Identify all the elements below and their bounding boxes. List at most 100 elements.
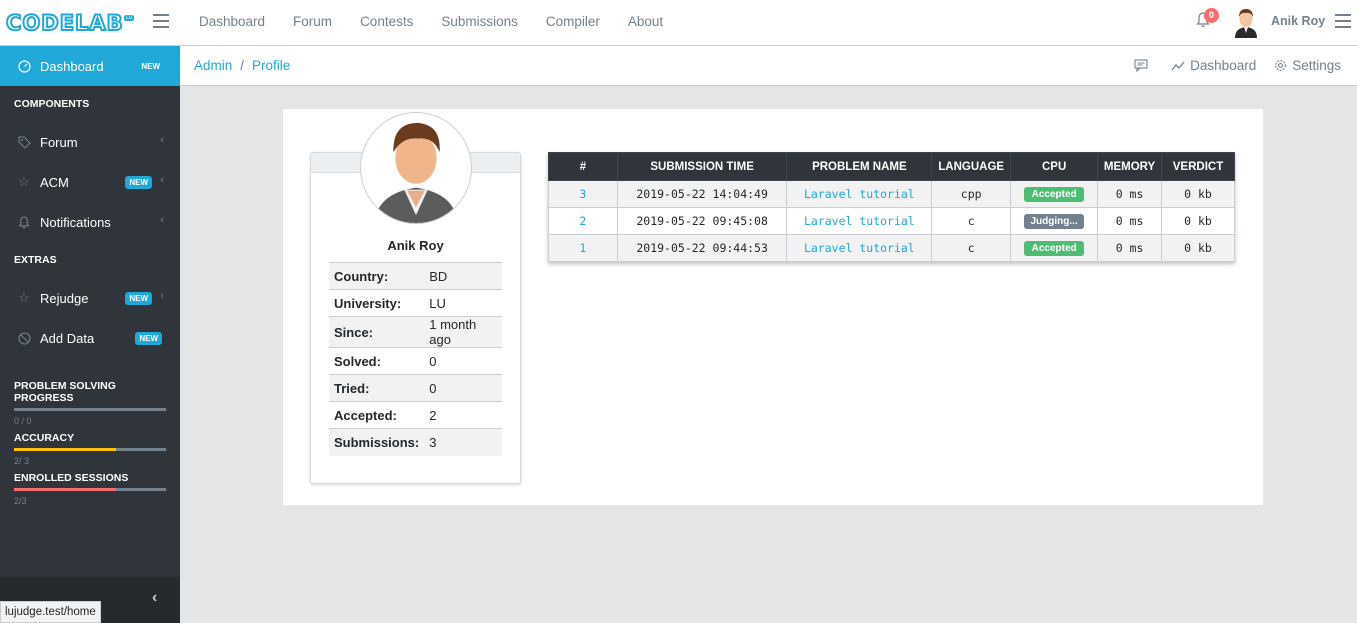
- breadcrumb-dashboard-link[interactable]: Dashboard: [1171, 58, 1256, 73]
- sidebar-item-dashboard[interactable]: Dashboard NEW: [0, 46, 180, 86]
- sidebar-item-acm[interactable]: ☆ ACM NEW ‹: [0, 162, 180, 202]
- submission-id-cell: 1: [548, 234, 618, 262]
- progress-value: 2/ 3: [14, 456, 30, 466]
- info-value: BD: [424, 262, 502, 290]
- nav-forum[interactable]: Forum: [279, 0, 346, 46]
- table-row: 3 2019-05-22 14:04:49 Laravel tutorial c…: [548, 180, 1235, 208]
- new-badge: NEW: [125, 176, 152, 189]
- progress-value: 2/3: [14, 496, 27, 506]
- breadcrumb-separator: /: [240, 58, 245, 73]
- breadcrumb-settings-label: Settings: [1292, 58, 1341, 73]
- column-header[interactable]: MEMORY: [1097, 152, 1163, 181]
- column-header[interactable]: #: [548, 152, 618, 181]
- user-avatar[interactable]: [1233, 6, 1259, 38]
- chevron-left-icon: ‹: [160, 134, 164, 146]
- column-header[interactable]: PROBLEM NAME: [786, 152, 933, 181]
- problem-name-link[interactable]: Laravel tutorial: [804, 214, 915, 228]
- brand-logo[interactable]: CODELAB LU: [5, 10, 140, 36]
- progress-fill: [14, 448, 116, 451]
- user-name[interactable]: Anik Roy: [1271, 14, 1325, 28]
- table-row: Submissions: 3: [329, 428, 502, 456]
- info-value: 2: [424, 401, 502, 429]
- problem-name-cell: Laravel tutorial: [786, 234, 933, 262]
- breadcrumb-settings-link[interactable]: Settings: [1274, 58, 1341, 73]
- top-navbar: CODELAB LU Dashboard Forum Contests Subm…: [0, 0, 1357, 46]
- comment-button[interactable]: [1134, 58, 1153, 73]
- column-header[interactable]: VERDICT: [1161, 152, 1235, 181]
- verdict: 0 kb: [1161, 207, 1235, 235]
- progress-bar: [14, 488, 166, 491]
- progress-accuracy: ACCURACY 2/ 3: [14, 432, 166, 466]
- breadcrumb-dashboard-label: Dashboard: [1190, 58, 1257, 73]
- profile-info-table: Country: BD University: LU Since: 1 month a…: [329, 262, 502, 456]
- cpu-cell: Judging...: [1010, 207, 1099, 235]
- cpu-cell: Accepted: [1010, 234, 1099, 262]
- language: c: [931, 207, 1012, 235]
- info-key: Solved:: [329, 347, 425, 375]
- breadcrumb-profile[interactable]: Profile: [252, 58, 290, 73]
- aside-menu-toggle-icon[interactable]: [1335, 14, 1351, 28]
- problem-name-link[interactable]: Laravel tutorial: [804, 187, 915, 201]
- nav-dashboard[interactable]: Dashboard: [185, 0, 279, 46]
- table-row: Solved: 0: [329, 347, 502, 375]
- nav-submissions[interactable]: Submissions: [427, 0, 532, 46]
- table-row: Since: 1 month ago: [329, 316, 502, 348]
- memory: 0 ms: [1097, 234, 1163, 262]
- submission-id-cell: 2: [548, 207, 618, 235]
- sidebar-item-label: Forum: [40, 134, 78, 150]
- column-header[interactable]: LANGUAGE: [931, 152, 1012, 181]
- submission-id-link[interactable]: 2: [579, 214, 586, 228]
- submission-time: 2019-05-22 09:44:53: [616, 234, 788, 262]
- sidebar-item-add-data[interactable]: Add Data NEW: [0, 318, 180, 358]
- progress-fill: [14, 488, 116, 491]
- info-value: 0: [424, 347, 502, 375]
- submission-time: 2019-05-22 09:45:08: [616, 207, 788, 235]
- chevron-left-icon: ‹: [160, 214, 164, 226]
- sidebar-item-label: Rejudge: [40, 290, 89, 306]
- problem-name-cell: Laravel tutorial: [786, 207, 933, 235]
- gear-icon: [1275, 60, 1287, 71]
- progress-value: 0 / 0: [14, 416, 32, 426]
- main-nav: Dashboard Forum Contests Submissions Com…: [185, 0, 677, 46]
- info-key: Accepted:: [329, 401, 425, 429]
- submission-id-link[interactable]: 1: [579, 241, 586, 255]
- nav-about[interactable]: About: [614, 0, 677, 46]
- info-key: Since:: [329, 316, 425, 348]
- info-key: Submissions:: [329, 428, 425, 456]
- table-row: Country: BD: [329, 262, 502, 290]
- new-badge: NEW: [125, 292, 152, 305]
- progress-title: ENROLLED SESSIONS: [14, 472, 129, 484]
- speech-icon: [1134, 59, 1148, 72]
- chevron-left-icon: ‹: [160, 290, 164, 302]
- nav-compiler[interactable]: Compiler: [532, 0, 614, 46]
- nav-contests[interactable]: Contests: [346, 0, 427, 46]
- new-badge: NEW: [141, 62, 160, 71]
- sidebar-item-rejudge[interactable]: ☆ Rejudge NEW ‹: [0, 278, 180, 318]
- submission-id-link[interactable]: 3: [579, 187, 586, 201]
- info-value: 1 month ago: [424, 316, 502, 348]
- sidebar-item-notifications[interactable]: Notifications ‹: [0, 202, 180, 242]
- sidebar-section-title: EXTRAS: [14, 254, 57, 266]
- info-value: 3: [424, 428, 502, 456]
- column-header[interactable]: SUBMISSION TIME: [616, 152, 788, 181]
- breadcrumb-admin[interactable]: Admin: [194, 58, 232, 73]
- brand-logo-text: CODELAB: [5, 10, 124, 36]
- table-header-row: # SUBMISSION TIME PROBLEM NAME LANGUAGE …: [548, 152, 1235, 181]
- column-header[interactable]: CPU: [1010, 152, 1099, 181]
- star-icon: ☆: [18, 290, 30, 305]
- sidebar-item-label: Dashboard: [40, 58, 104, 74]
- problem-name-cell: Laravel tutorial: [786, 180, 933, 208]
- chevron-left-icon: ‹: [160, 174, 164, 186]
- profile-avatar: [360, 112, 472, 224]
- new-badge: NEW: [135, 332, 162, 345]
- problem-name-link[interactable]: Laravel tutorial: [804, 241, 915, 255]
- info-value: 0: [424, 374, 502, 402]
- info-key: Tried:: [329, 374, 425, 402]
- submission-time: 2019-05-22 14:04:49: [616, 180, 788, 208]
- sidebar-item-forum[interactable]: Forum ‹: [0, 122, 180, 162]
- sidebar-toggle-icon[interactable]: [153, 14, 169, 28]
- progress-problem-solving: PROBLEM SOLVING PROGRESS 0 / 0: [14, 380, 166, 426]
- verdict: 0 kb: [1161, 234, 1235, 262]
- sidebar-item-label: Add Data: [40, 330, 95, 346]
- brand-logo-tag: LU: [124, 15, 135, 21]
